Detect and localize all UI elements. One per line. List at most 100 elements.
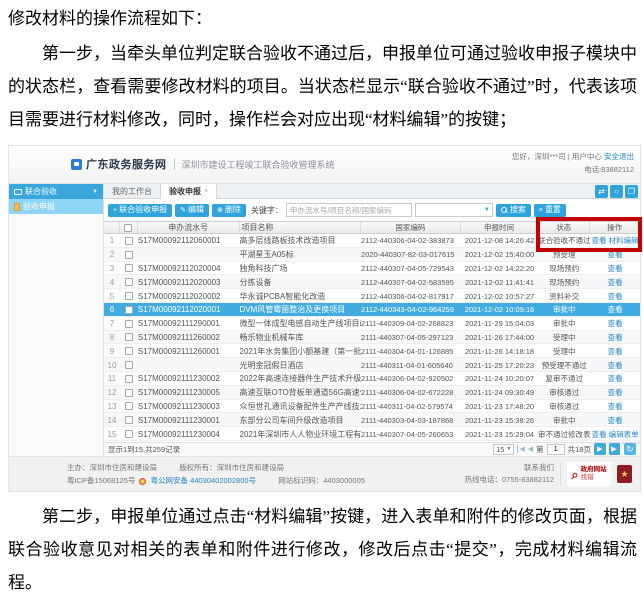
table-row[interactable]: 2平湖星玉A05标2020-440307-82-03-0176152021-12…	[104, 248, 640, 262]
main-panel: 我的工作台 验收申报 × ⇄ ○ ❐ + 联合验收申报	[104, 184, 640, 456]
row-checkbox[interactable]	[125, 416, 133, 424]
table-header: 申办流水号 项目名称 国家编码 申报时间 状态 操作	[104, 221, 640, 234]
sidebar-group-joint-acceptance[interactable]: 联合验收 ▼	[9, 184, 103, 199]
next-page-icon[interactable]: ▶	[594, 443, 606, 455]
row-checkbox[interactable]	[125, 306, 133, 314]
table-row[interactable]: 13S17M00092111230003众恒世孔通讯设备配件生产产线技术改造提升…	[104, 400, 640, 414]
search-label: 搜索	[510, 206, 526, 214]
op-link[interactable]: 查看	[608, 401, 623, 412]
checkbox-cell	[120, 303, 138, 317]
row-checkbox[interactable]	[125, 278, 133, 286]
refresh-icon[interactable]: ↻	[624, 443, 636, 455]
edit-button[interactable]: ✎ 编辑	[175, 204, 209, 217]
gov-emblem-icon: ★	[617, 465, 632, 483]
op-link[interactable]: 查看	[592, 235, 607, 246]
footer-security-link[interactable]: 粤公网安备 44030402002800号	[151, 476, 256, 485]
checkbox-cell	[120, 317, 138, 331]
pencil-icon: ✎	[180, 207, 186, 214]
row-index: 10	[104, 358, 120, 372]
table-row[interactable]: 9S17M000921112600012021年水务集团小额基建（第一批）211…	[104, 344, 640, 358]
op-link[interactable]: 查看	[608, 346, 623, 357]
row-checkbox[interactable]	[125, 361, 133, 369]
select-all-checkbox[interactable]	[124, 224, 132, 232]
keyword-input[interactable]	[286, 203, 412, 217]
tab-my-workbench[interactable]: 我的工作台	[104, 184, 160, 198]
row-checkbox[interactable]	[125, 292, 133, 300]
op-link[interactable]: 查看	[608, 304, 623, 315]
op-link[interactable]: 编辑表单	[609, 429, 639, 440]
op-link[interactable]: 查看	[608, 373, 623, 384]
apply-time-cell: 2021-12-02 10:57:27	[461, 289, 539, 303]
row-checkbox[interactable]	[125, 264, 133, 272]
gov-site-error-badge[interactable]: ⌕ 政府网站 找错	[567, 462, 611, 486]
ops-cell: 查看	[590, 358, 640, 372]
op-link[interactable]: 查看	[608, 277, 623, 288]
op-link[interactable]: 查看	[592, 429, 607, 440]
op-link[interactable]: 查看	[608, 387, 623, 398]
reset-button[interactable]: × 重置	[534, 204, 566, 217]
row-checkbox[interactable]	[125, 430, 133, 438]
search-button[interactable]: 搜索	[496, 204, 531, 217]
row-index: 7	[104, 317, 120, 331]
row-checkbox[interactable]	[125, 333, 133, 341]
sync-icon[interactable]: ⇄	[595, 185, 608, 198]
op-link[interactable]: 查看	[608, 291, 623, 302]
apply-time-cell: 2021-12-02 10:09:16	[461, 303, 539, 317]
tab-acceptance-declare[interactable]: 验收申报 ×	[160, 184, 217, 199]
table-row[interactable]: 10光明金冠假日酒店2111-440311-04-01-6056402021-1…	[104, 358, 640, 372]
table-row[interactable]: 3S17M00092112020004独角科技广场2112-440307-04-…	[104, 262, 640, 276]
project-name-cell: 畅乐物业机械车库	[240, 331, 362, 345]
table-row[interactable]: 1S17M00092112060001高多层线路板技术改造项目2112-4403…	[104, 234, 640, 248]
table-row[interactable]: 14S17M00092111230001东部分公司车间升级改造项目2111-44…	[104, 413, 640, 427]
logout-link[interactable]: 安全退出	[604, 152, 634, 161]
op-link[interactable]: 材料编辑	[609, 235, 639, 246]
apply-time-cell: 2021-12-02 14:22:20	[461, 262, 539, 276]
table-row[interactable]: 15S17M000921112300042021年深圳市人人物业环境工程有限公司…	[104, 427, 640, 441]
table-row[interactable]: 11S17M000921112300022022年高速连接器件生产技术升级改造项…	[104, 372, 640, 386]
op-link[interactable]: 查看	[608, 318, 623, 329]
table-row[interactable]: 6S17M00092112020001DVM风管霉菌整治及更换项目2112-44…	[104, 303, 640, 317]
plus-icon: +	[113, 207, 117, 214]
row-checkbox[interactable]	[125, 389, 133, 397]
sidebar: 联合验收 ▼ 验收申报	[9, 184, 104, 456]
row-checkbox[interactable]	[125, 375, 133, 383]
tab-label: 验收申报	[169, 186, 201, 197]
row-index: 12	[104, 386, 120, 400]
table-row[interactable]: 5S17M00092112020002华永诚PCBA智能化改造2112-4403…	[104, 289, 640, 303]
table-row[interactable]: 8S17M00092111260002畅乐物业机械车库2111-440307-0…	[104, 331, 640, 345]
table-row[interactable]: 7S17M00092111290001微型一体成型电感自动生产线项目改造2111…	[104, 317, 640, 331]
op-link[interactable]: 查看	[608, 360, 623, 371]
last-page-icon[interactable]: ▶	[609, 443, 621, 455]
first-page-icon[interactable]: ◀	[517, 445, 524, 453]
row-checkbox[interactable]	[125, 347, 133, 355]
table-row[interactable]: 4S17M00092112020003分拣设备2112-440307-04-02…	[104, 275, 640, 289]
prev-page-icon[interactable]: ◀	[528, 445, 533, 453]
tab-close-icon[interactable]: ×	[204, 188, 208, 195]
row-checkbox[interactable]	[125, 402, 133, 410]
project-name-cell: 平湖星玉A05标	[240, 248, 362, 262]
fullscreen-icon[interactable]: ❐	[625, 185, 638, 198]
table-row[interactable]: 12S17M00092111230005高速互联OTO背板单通道56G高速传输信…	[104, 386, 640, 400]
op-link[interactable]: 查看	[608, 263, 623, 274]
op-link[interactable]: 查看	[608, 332, 623, 343]
op-link[interactable]: 查看	[608, 249, 623, 260]
page-number-input[interactable]	[547, 444, 565, 455]
national-code-cell: 2112-440343-04-02-964259	[361, 303, 461, 317]
row-checkbox[interactable]	[125, 237, 133, 245]
project-name-cell: DVM风管霉菌整治及更换项目	[240, 303, 362, 317]
brand-divider	[174, 158, 175, 170]
circle-icon[interactable]: ○	[610, 185, 623, 198]
row-checkbox[interactable]	[125, 320, 133, 328]
op-link[interactable]: 查看	[608, 415, 623, 426]
serial-cell: S17M00092111230002	[138, 372, 240, 386]
delete-button[interactable]: ⊗ 删除	[212, 204, 246, 217]
add-declare-button[interactable]: + 联合验收申报	[108, 204, 172, 217]
filter-select[interactable]: ▼	[415, 203, 493, 217]
status-cell: 资料补交	[538, 289, 590, 303]
sidebar-item-acceptance-declare[interactable]: 验收申报	[9, 199, 103, 214]
status-header: 状态	[538, 222, 590, 233]
row-checkbox[interactable]	[125, 251, 133, 259]
national-code-cell: 2111-440306-04-02-920502	[361, 372, 461, 386]
page-size-select[interactable]: 15 ▼	[493, 444, 514, 455]
tab-bar: 我的工作台 验收申报 × ⇄ ○ ❐	[104, 184, 640, 199]
